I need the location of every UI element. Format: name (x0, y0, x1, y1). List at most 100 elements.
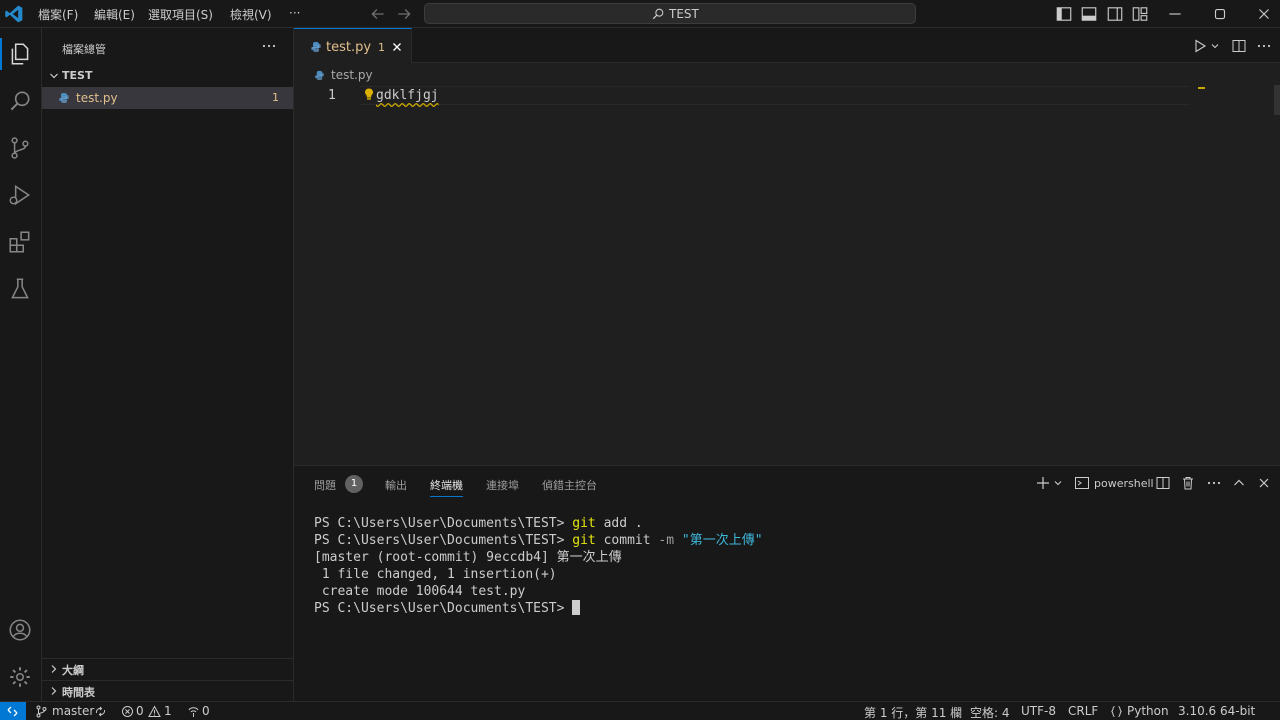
lightbulb-icon[interactable] (362, 87, 376, 101)
run-python-icon[interactable] (1192, 38, 1208, 54)
timeline-label: 時間表 (62, 686, 95, 699)
chevron-right-icon (51, 687, 57, 695)
chevron-right-icon (51, 665, 57, 673)
search-icon[interactable] (7, 88, 33, 114)
layout-panel-icon[interactable] (1080, 5, 1098, 23)
overview-ruler-warning (1198, 87, 1205, 89)
breadcrumb-file[interactable]: test.py (331, 68, 373, 82)
code-editor[interactable]: 1 gdklfjgj (294, 85, 1280, 465)
explorer-sidebar: 檔案總管 TEST test.py 1 大綱 時間表 (42, 28, 294, 701)
cursor-position[interactable]: 第 1 行，第 11 欄 (864, 704, 962, 720)
vscode-logo-icon[interactable] (4, 4, 24, 24)
chevron-up-icon[interactable] (1231, 475, 1247, 491)
run-debug-icon[interactable] (7, 182, 33, 208)
more-actions-icon[interactable] (261, 38, 277, 54)
more-actions-icon[interactable] (1256, 38, 1272, 54)
status-bar: master 0 1 0 第 1 行，第 11 欄 空格: 4 UTF-8 CR… (0, 701, 1280, 720)
remote-icon (7, 706, 18, 717)
minimize-icon[interactable] (1166, 5, 1184, 23)
terminal-line-2: PS C:\Users\User\Documents\TEST> git com… (314, 533, 763, 548)
outline-section-header[interactable]: 大綱 (42, 658, 294, 678)
layout-secondary-icon[interactable] (1106, 5, 1124, 23)
command-center-label: TEST (669, 7, 699, 21)
code-line[interactable]: gdklfjgj (376, 88, 439, 103)
tab-label: test.py (326, 40, 372, 55)
command-center-search[interactable]: TEST (424, 3, 916, 24)
python-file-icon (59, 93, 69, 103)
ports-icon (188, 707, 199, 717)
tab-ports[interactable]: 連接埠 (486, 477, 519, 493)
plus-icon[interactable] (1035, 475, 1051, 491)
menu-more[interactable]: ··· (289, 6, 300, 20)
git-branch[interactable]: master (52, 704, 94, 718)
terminal-cursor (572, 600, 581, 615)
folder-header-test[interactable]: TEST (42, 66, 294, 86)
git-branch-icon (36, 705, 47, 718)
trash-icon[interactable] (1180, 475, 1196, 491)
tab-test-py[interactable]: test.py 1 (294, 28, 412, 63)
settings-gear-icon[interactable] (7, 664, 33, 690)
end-of-line[interactable]: CRLF (1068, 704, 1098, 718)
arrow-left-icon[interactable] (369, 5, 387, 23)
more-actions-icon[interactable] (1206, 475, 1222, 491)
python-file-icon (315, 70, 324, 81)
terminal-line-3: [master (root-commit) 9eccdb4] 第一次上傳 (314, 550, 622, 565)
layout-custom-icon[interactable] (1131, 5, 1149, 23)
accounts-icon[interactable] (7, 617, 33, 643)
tab-debug-console[interactable]: 偵錯主控台 (542, 477, 597, 493)
tab-terminal[interactable]: 終端機 (430, 477, 463, 497)
language-mode[interactable]: Python (1127, 704, 1169, 718)
arrow-right-icon[interactable] (395, 5, 413, 23)
current-line-highlight (360, 86, 1190, 105)
search-icon (652, 8, 664, 20)
tab-output[interactable]: 輸出 (385, 477, 407, 493)
terminal-line-4: 1 file changed, 1 insertion(+) (314, 567, 557, 582)
terminal-shell-name[interactable]: powershell (1094, 477, 1154, 490)
bottom-panel: 問題 1 輸出 終端機 連接埠 偵錯主控台 powershell PS C:\U… (294, 465, 1280, 701)
editor-scrollbar[interactable] (1274, 85, 1280, 115)
error-count[interactable]: 0 (136, 704, 144, 718)
extensions-icon[interactable] (7, 229, 33, 255)
split-terminal-icon[interactable] (1155, 475, 1171, 491)
layout-sidebar-icon[interactable] (1055, 5, 1073, 23)
chevron-down-icon[interactable] (1053, 475, 1063, 491)
error-icon (122, 706, 133, 717)
source-control-icon[interactable] (7, 135, 33, 161)
file-item-test-py[interactable]: test.py 1 (42, 87, 293, 109)
terminal-line-1: PS C:\Users\User\Documents\TEST> git add… (314, 516, 643, 531)
editor-tab-bar: test.py 1 (294, 28, 1280, 63)
menu-file[interactable]: 檔案(F) (38, 6, 78, 23)
line-number: 1 (328, 88, 336, 103)
close-icon[interactable] (1255, 5, 1273, 23)
restore-icon[interactable] (1211, 5, 1229, 23)
tab-problems[interactable]: 問題 (314, 477, 336, 493)
sync-icon[interactable] (94, 705, 107, 718)
chevron-down-icon[interactable] (1210, 38, 1220, 54)
remote-indicator[interactable] (0, 702, 26, 720)
menu-selection[interactable]: 選取項目(S) (148, 6, 213, 23)
title-bar: 檔案(F) 編輯(E) 選取項目(S) 檢視(V) ··· TEST (0, 0, 1280, 28)
python-interpreter[interactable]: 3.10.6 64-bit (1178, 704, 1255, 718)
terminal-line-6: PS C:\Users\User\Documents\TEST> (314, 600, 581, 616)
ports-count[interactable]: 0 (202, 704, 210, 718)
language-braces-icon (1111, 706, 1122, 717)
active-indicator (0, 38, 2, 70)
testing-icon[interactable] (7, 276, 33, 302)
terminal-shell-icon (1075, 477, 1089, 489)
warning-count[interactable]: 1 (164, 704, 172, 718)
explorer-icon[interactable] (7, 41, 33, 67)
terminal-line-5: create mode 100644 test.py (314, 584, 526, 599)
menu-edit[interactable]: 編輯(E) (94, 6, 135, 23)
encoding[interactable]: UTF-8 (1021, 704, 1056, 718)
tab-close-icon[interactable] (390, 40, 404, 54)
breadcrumb: test.py (294, 63, 1280, 85)
terminal-output[interactable]: PS C:\Users\User\Documents\TEST> git add… (314, 515, 763, 617)
split-editor-icon[interactable] (1231, 38, 1247, 54)
python-file-icon (311, 42, 321, 52)
sidebar-title: 檔案總管 (62, 43, 106, 56)
timeline-section-header[interactable]: 時間表 (42, 680, 294, 700)
close-panel-icon[interactable] (1256, 475, 1272, 491)
menu-view[interactable]: 檢視(V) (230, 6, 272, 23)
chevron-down-icon (50, 73, 58, 79)
indentation[interactable]: 空格: 4 (970, 704, 1010, 720)
